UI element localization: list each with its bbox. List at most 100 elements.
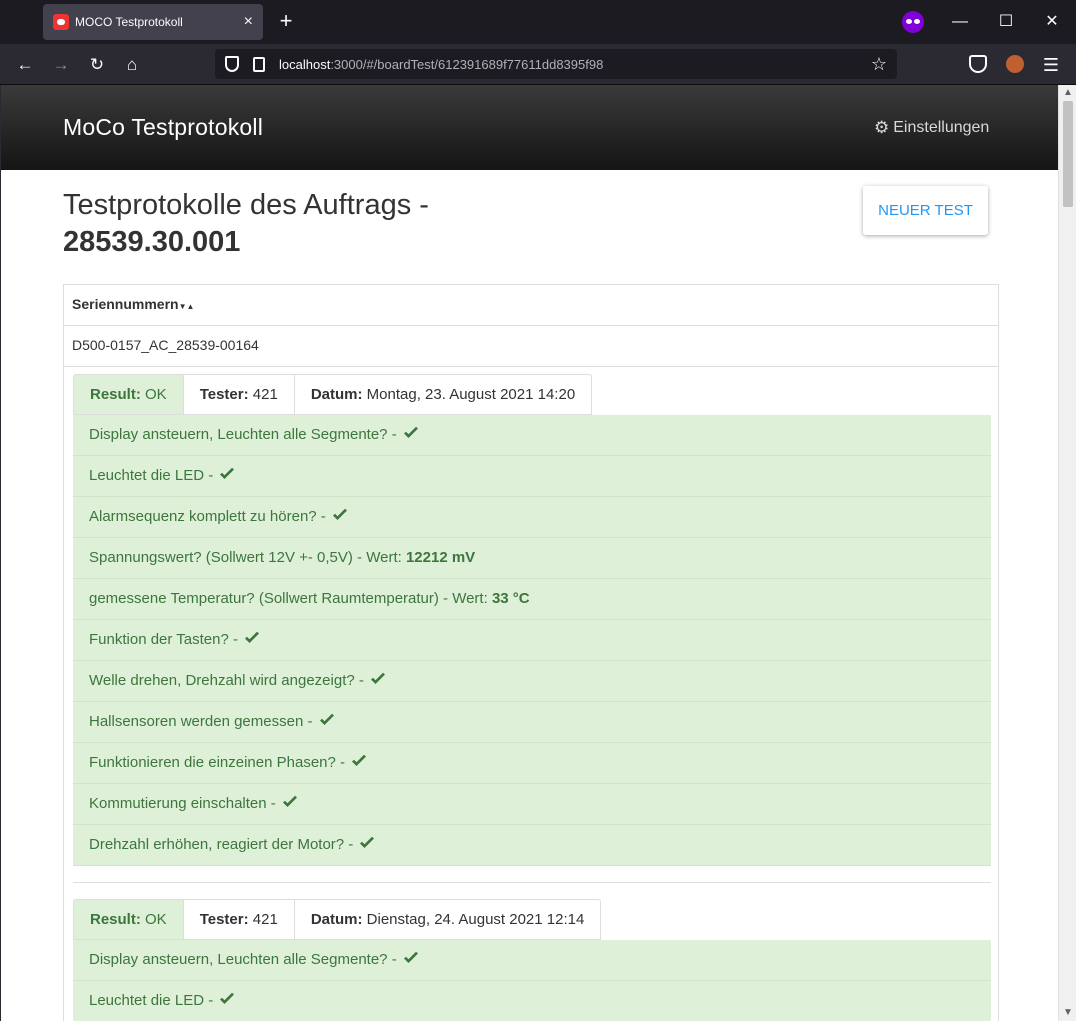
test-info-bar: Result: OK Tester: 421 Datum: Dienstag, … xyxy=(73,899,991,940)
tester-value: 421 xyxy=(252,386,278,403)
reload-icon[interactable]: ↻ xyxy=(85,53,109,77)
check-item: Spannungswert? (Sollwert 12V +- 0,5V) - … xyxy=(73,538,991,579)
check-list: Display ansteuern, Leuchten alle Segment… xyxy=(73,415,991,866)
vertical-scrollbar[interactable]: ▲ ▼ xyxy=(1058,85,1076,1021)
order-number: 28539.30.001 xyxy=(63,226,241,258)
test-info-bar: Result: OK Tester: 421 Datum: Montag, 23… xyxy=(73,374,991,415)
home-icon[interactable]: ⌂ xyxy=(120,53,144,77)
page-title: Testprotokolle des Auftrags - 28539.30.0… xyxy=(63,187,429,261)
tester-info: Tester: 421 xyxy=(182,899,295,940)
app-title[interactable]: MoCo Testprotokoll xyxy=(63,114,263,141)
page-title-text: Testprotokolle des Auftrags - xyxy=(63,189,429,221)
result-status: Result: OK xyxy=(73,374,184,415)
test-protocol-table: Seriennummern▼▲ D500-0157_AC_28539-00164… xyxy=(63,284,999,1021)
result-value: OK xyxy=(145,386,167,403)
check-item: Display ansteuern, Leuchten alle Segment… xyxy=(73,940,991,981)
minimize-window-button[interactable]: — xyxy=(948,10,972,34)
date-label: Datum: xyxy=(310,386,363,403)
tester-value: 421 xyxy=(252,911,278,928)
new-tab-button[interactable]: + xyxy=(276,10,296,34)
page-viewport: MoCo Testprotokoll ⚙ Einstellungen Testp… xyxy=(0,85,1076,1021)
check-item-text: Leuchtet die LED - xyxy=(89,992,218,1009)
scrollbar-thumb[interactable] xyxy=(1063,101,1073,207)
checkmark-icon xyxy=(360,836,375,848)
tracking-protection-shield-icon[interactable] xyxy=(225,56,239,72)
app-header: MoCo Testprotokoll ⚙ Einstellungen xyxy=(1,85,1059,170)
check-item-text: Display ansteuern, Leuchten alle Segment… xyxy=(89,426,401,443)
page-info-icon[interactable] xyxy=(253,56,265,72)
url-path: :3000/#/boardTest/612391689f77611dd8395f… xyxy=(330,56,604,72)
check-item: Funktionieren die einzeinen Phasen? - xyxy=(73,743,991,784)
check-item: gemessene Temperatur? (Sollwert Raumtemp… xyxy=(73,579,991,620)
tester-label: Tester: xyxy=(199,911,249,928)
browser-tab-bar: MOCO Testprotokoll × + — ☐ ✕ xyxy=(0,0,1076,44)
check-item-text: Spannungswert? (Sollwert 12V +- 0,5V) - … xyxy=(89,549,406,566)
result-label: Result: xyxy=(90,911,141,928)
check-item: Funktion der Tasten? - xyxy=(73,620,991,661)
check-item: Alarmsequenz komplett zu hören? - xyxy=(73,497,991,538)
check-item-text: Drehzahl erhöhen, reagiert der Motor? - xyxy=(89,836,358,853)
check-item-text: Display ansteuern, Leuchten alle Segment… xyxy=(89,951,401,968)
hamburger-menu-icon[interactable]: ☰ xyxy=(1041,53,1061,77)
browser-tab[interactable]: MOCO Testprotokoll × xyxy=(43,4,263,40)
checkmark-icon xyxy=(332,508,347,520)
section-divider xyxy=(73,882,991,883)
bookmark-star-icon[interactable]: ☆ xyxy=(871,54,887,75)
checkmark-icon xyxy=(245,631,260,643)
gear-icon: ⚙ xyxy=(874,118,890,137)
site-favicon-icon xyxy=(53,14,69,30)
pocket-icon[interactable] xyxy=(969,55,987,73)
url-host: localhost xyxy=(279,56,331,72)
close-tab-icon[interactable]: × xyxy=(244,13,253,31)
checkmark-icon xyxy=(282,795,297,807)
date-value: Montag, 23. August 2021 14:20 xyxy=(366,386,576,403)
tester-label: Tester: xyxy=(199,386,249,403)
result-label: Result: xyxy=(90,386,141,403)
check-item: Hallsensoren werden gemessen - xyxy=(73,702,991,743)
measured-value: 12212 mV xyxy=(405,549,476,566)
maximize-window-button[interactable]: ☐ xyxy=(994,10,1018,34)
tester-info: Tester: 421 xyxy=(182,374,295,415)
scroll-down-arrow-icon[interactable]: ▼ xyxy=(1062,1007,1074,1019)
forward-arrow-icon[interactable]: → xyxy=(49,53,73,77)
date-value: Dienstag, 24. August 2021 12:14 xyxy=(366,911,585,928)
checkmark-icon xyxy=(371,672,386,684)
date-info: Datum: Montag, 23. August 2021 14:20 xyxy=(293,374,593,415)
check-item: Welle drehen, Drehzahl wird angezeigt? - xyxy=(73,661,991,702)
check-item: Kommutierung einschalten - xyxy=(73,784,991,825)
settings-label: Einstellungen xyxy=(893,119,990,136)
check-item: Drehzahl erhöhen, reagiert der Motor? - xyxy=(73,825,991,866)
test-result-block: Result: OK Tester: 421 Datum: Montag, 23… xyxy=(73,374,991,866)
sort-icon[interactable]: ▼▲ xyxy=(179,302,195,311)
check-item-text: Hallsensoren werden gemessen - xyxy=(89,713,317,730)
back-arrow-icon[interactable]: ← xyxy=(13,53,37,77)
address-bar[interactable]: localhost:3000/#/boardTest/612391689f776… xyxy=(215,49,897,79)
url-text[interactable]: localhost:3000/#/boardTest/612391689f776… xyxy=(279,57,871,72)
check-item-text: Welle drehen, Drehzahl wird angezeigt? - xyxy=(89,672,369,689)
check-item: Display ansteuern, Leuchten alle Segment… xyxy=(73,415,991,456)
check-item: Leuchtet die LED - xyxy=(73,981,991,1021)
checkmark-icon xyxy=(220,467,235,479)
extension-avatar-icon[interactable] xyxy=(1006,55,1024,73)
new-test-button[interactable]: NEUER TEST xyxy=(863,186,988,235)
checkmark-icon xyxy=(403,951,418,963)
serial-number-cell: D500-0157_AC_28539-00164 xyxy=(64,326,998,367)
settings-link[interactable]: ⚙ Einstellungen xyxy=(874,118,989,138)
check-item-text: Leuchtet die LED - xyxy=(89,467,218,484)
checkmark-icon xyxy=(403,426,418,438)
checkmark-icon xyxy=(220,992,235,1004)
check-item-text: Funktion der Tasten? - xyxy=(89,631,243,648)
result-status: Result: OK xyxy=(73,899,184,940)
result-value: OK xyxy=(145,911,167,928)
check-item-text: Kommutierung einschalten - xyxy=(89,795,280,812)
check-list: Display ansteuern, Leuchten alle Segment… xyxy=(73,940,991,1021)
close-window-button[interactable]: ✕ xyxy=(1040,10,1064,34)
tab-title: MOCO Testprotokoll xyxy=(75,15,183,29)
check-item: Leuchtet die LED - xyxy=(73,456,991,497)
check-item-text: Alarmsequenz komplett zu hören? - xyxy=(89,508,330,525)
scroll-up-arrow-icon[interactable]: ▲ xyxy=(1062,87,1074,99)
column-header-label: Seriennummern xyxy=(72,296,179,312)
checkmark-icon xyxy=(319,713,334,725)
serial-number-column-header[interactable]: Seriennummern▼▲ xyxy=(64,285,998,326)
test-result-block: Result: OK Tester: 421 Datum: Dienstag, … xyxy=(73,899,991,1021)
